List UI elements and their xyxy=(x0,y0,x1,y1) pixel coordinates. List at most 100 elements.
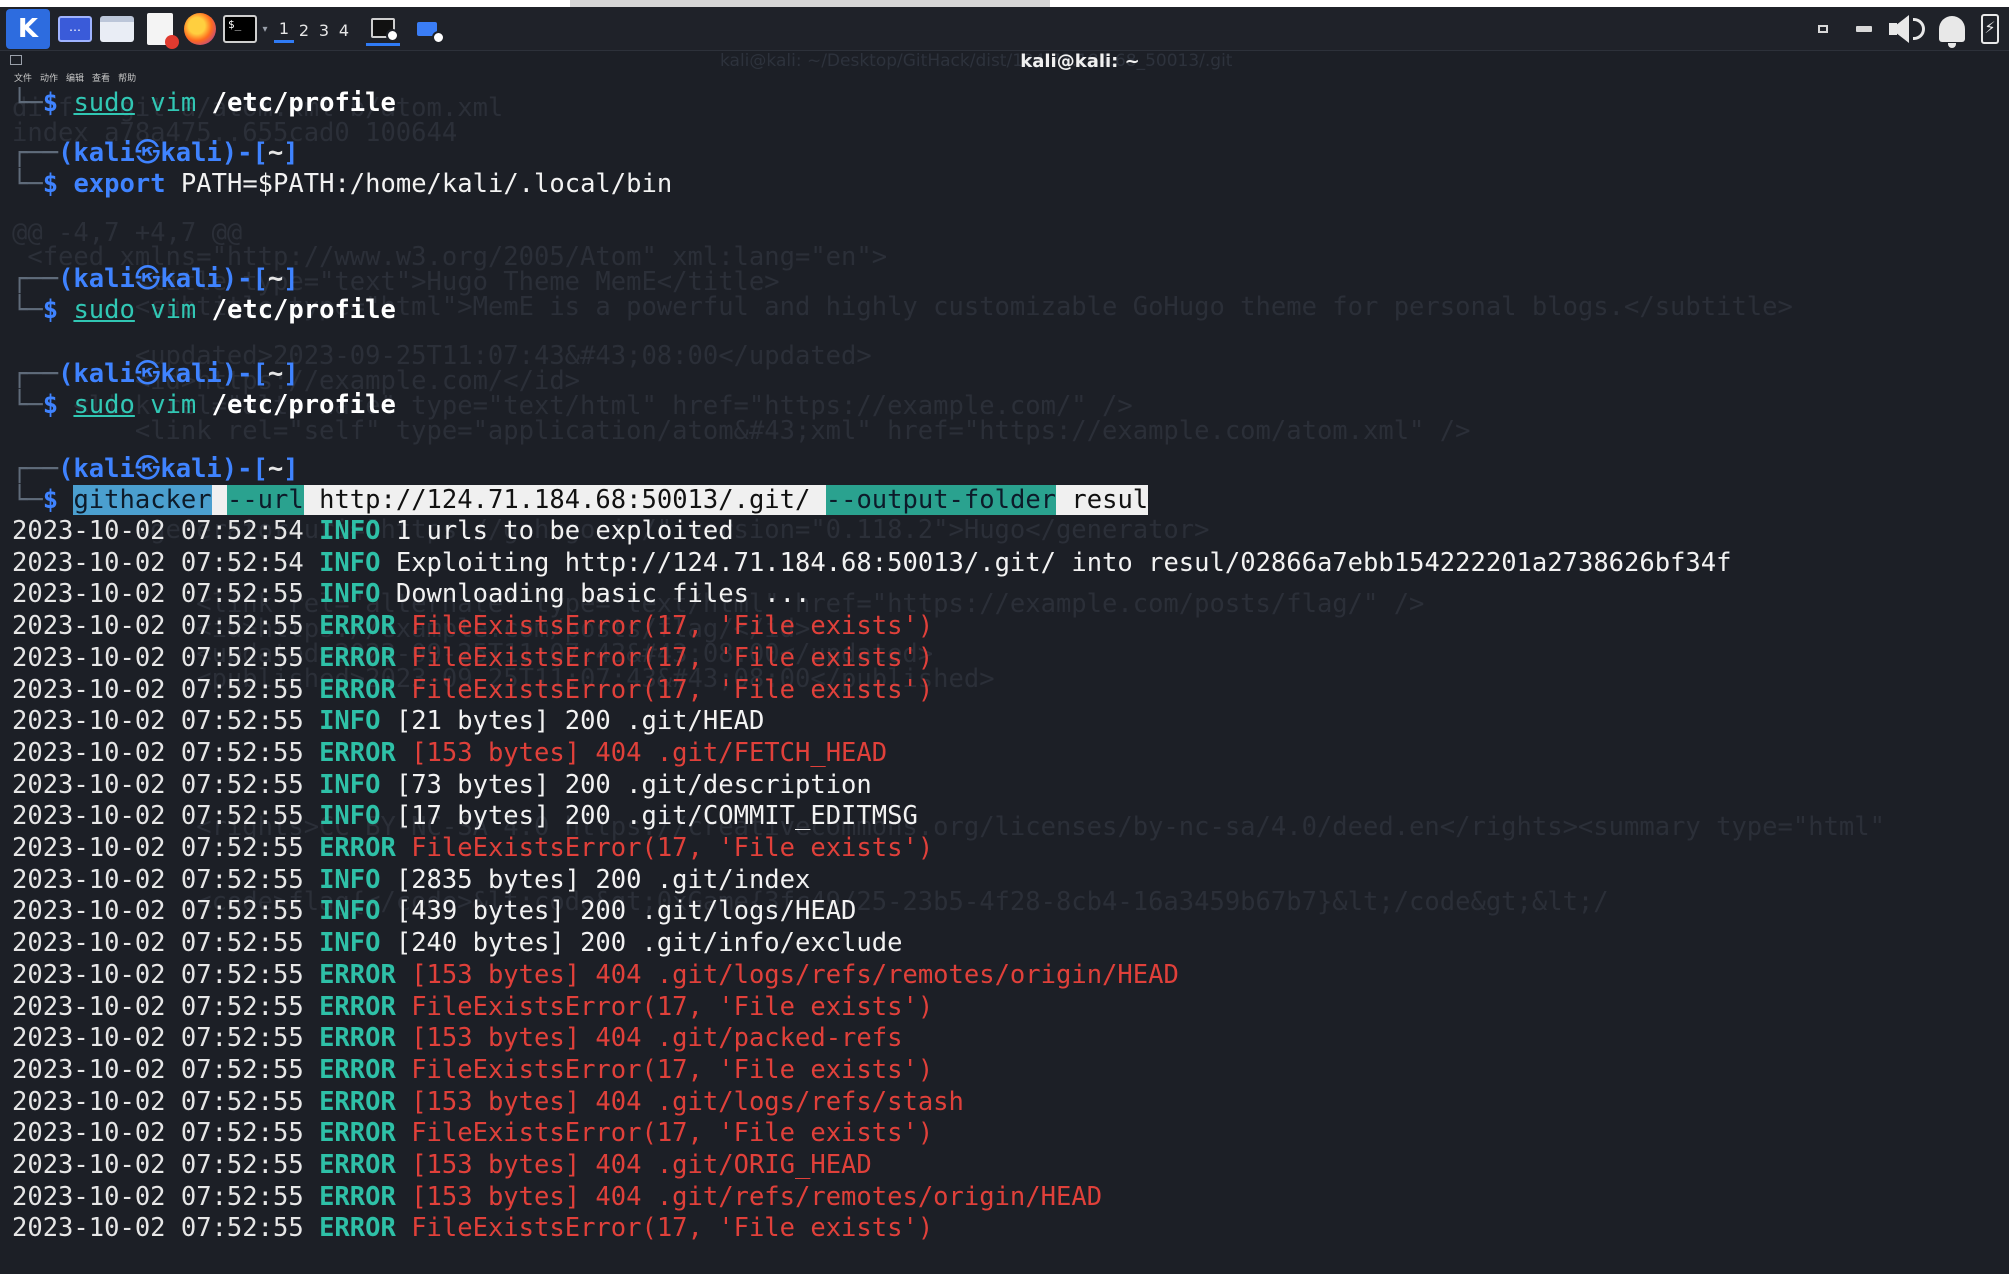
log-line: 2023-10-02 07:52:55 ERROR FileExistsErro… xyxy=(12,833,933,864)
window-title: kali@kali: ~ xyxy=(1020,51,1140,72)
log-message: [153 bytes] 404 .git/refs/remotes/origin… xyxy=(411,1181,1103,1212)
kali-menu-icon[interactable]: K xyxy=(6,9,50,49)
taskbar-window-terminal[interactable] xyxy=(366,12,400,46)
log-message: [153 bytes] 404 .git/FETCH_HEAD xyxy=(411,737,888,768)
log-timestamp: 2023-10-02 07:52:55 xyxy=(12,896,304,927)
log-level: INFO xyxy=(319,547,381,578)
terminal-output[interactable]: diff --git a/atom.xml b/atom.xml index a… xyxy=(0,87,2009,1274)
file-manager-button[interactable] xyxy=(98,12,136,46)
workspace-1[interactable]: 1 xyxy=(274,17,294,43)
log-level: ERROR xyxy=(319,1150,396,1180)
log-timestamp: 2023-10-02 07:52:54 xyxy=(12,547,304,578)
menu-actions[interactable]: 动作 xyxy=(40,71,58,87)
log-message: [153 bytes] 404 .git/logs/refs/remotes/o… xyxy=(411,959,1179,990)
text-editor-button[interactable] xyxy=(142,12,179,49)
command-line: └─$ export PATH=$PATH:/home/kali/.local/… xyxy=(12,169,673,199)
log-timestamp: 2023-10-02 07:52:55 xyxy=(12,1181,304,1212)
volume-button[interactable] xyxy=(1888,12,1928,46)
workspace-2[interactable]: 2 xyxy=(294,17,314,43)
log-message: [17 bytes] 200 .git/COMMIT_EDITMSG xyxy=(395,801,918,832)
desktop-icon: … xyxy=(58,16,92,42)
log-line: 2023-10-02 07:52:55 ERROR [153 bytes] 40… xyxy=(12,738,887,769)
log-line: 2023-10-02 07:52:55 ERROR FileExistsErro… xyxy=(12,1118,933,1149)
show-desktop-button[interactable]: … xyxy=(56,12,94,46)
menu-bar: 文件 动作 编辑 查看 帮助 xyxy=(14,71,136,87)
power-icon: ⚡ xyxy=(1981,14,1999,44)
log-line: 2023-10-02 07:52:55 ERROR [153 bytes] 40… xyxy=(12,1087,964,1118)
log-message: [153 bytes] 404 .git/ORIG_HEAD xyxy=(411,1150,872,1180)
bell-icon xyxy=(1939,16,1965,48)
log-level: ERROR xyxy=(319,1023,396,1054)
log-message: [73 bytes] 200 .git/description xyxy=(395,769,872,800)
log-line: 2023-10-02 07:52:55 INFO [240 bytes] 200… xyxy=(12,928,902,959)
log-line: 2023-10-02 07:52:55 ERROR [153 bytes] 40… xyxy=(12,1023,902,1054)
log-timestamp: 2023-10-02 07:52:55 xyxy=(12,959,304,990)
taskbar-window-other[interactable] xyxy=(410,12,445,46)
log-timestamp: 2023-10-02 07:52:54 xyxy=(12,516,304,546)
log-timestamp: 2023-10-02 07:52:55 xyxy=(12,642,304,673)
window-titlebar[interactable]: kali@kali: ~/Desktop/GitHack/dist/124.71… xyxy=(0,51,2009,73)
log-level: INFO xyxy=(319,801,381,832)
log-level: ERROR xyxy=(319,833,396,863)
log-line: 2023-10-02 07:52:55 INFO [17 bytes] 200 … xyxy=(12,801,918,832)
log-timestamp: 2023-10-02 07:52:55 xyxy=(12,1023,304,1054)
log-level: INFO xyxy=(319,706,381,737)
workspace-4[interactable]: 4 xyxy=(334,17,354,43)
prompt-line: ┌──(kali㉿kali)-[~] xyxy=(12,138,299,168)
log-level: ERROR xyxy=(319,1118,396,1149)
log-timestamp: 2023-10-02 07:52:55 xyxy=(12,769,304,800)
terminal-window-icon xyxy=(371,17,399,42)
log-timestamp: 2023-10-02 07:52:55 xyxy=(12,579,304,610)
log-line: 2023-10-02 07:52:55 INFO [73 bytes] 200 … xyxy=(12,770,872,801)
volume-waves-icon xyxy=(1913,18,1925,40)
log-message: FileExistsError(17, 'File exists') xyxy=(411,991,934,1022)
menu-file[interactable]: 文件 xyxy=(14,71,32,87)
log-timestamp: 2023-10-02 07:52:55 xyxy=(12,674,304,705)
minimize-icon xyxy=(1856,26,1872,32)
log-line: 2023-10-02 07:52:54 INFO Exploiting http… xyxy=(12,548,1732,579)
terminal-dropdown-arrow[interactable]: ▾ xyxy=(259,12,271,46)
log-line: 2023-10-02 07:52:55 INFO [2835 bytes] 20… xyxy=(12,865,810,896)
log-line: 2023-10-02 07:52:55 ERROR FileExistsErro… xyxy=(12,1213,933,1244)
log-line: 2023-10-02 07:52:55 ERROR FileExistsErro… xyxy=(12,992,933,1023)
menu-help[interactable]: 帮助 xyxy=(118,71,136,87)
log-message: [2835 bytes] 200 .git/index xyxy=(395,864,811,895)
log-timestamp: 2023-10-02 07:52:55 xyxy=(12,864,304,895)
log-timestamp: 2023-10-02 07:52:55 xyxy=(12,1150,304,1180)
log-line: 2023-10-02 07:52:55 ERROR [153 bytes] 40… xyxy=(12,1182,1102,1213)
terminal-content: └─$ sudo vim /etc/profile ┌──(kali㉿kali)… xyxy=(0,87,2009,1274)
log-level: ERROR xyxy=(319,991,396,1022)
notifications-button[interactable] xyxy=(1934,12,1970,48)
log-message: Downloading basic files ... xyxy=(395,579,811,610)
log-line: 2023-10-02 07:52:55 INFO [439 bytes] 200… xyxy=(12,896,856,927)
tray-window-button[interactable] xyxy=(1812,12,1834,46)
log-message: FileExistsError(17, 'File exists') xyxy=(411,611,934,642)
log-line: 2023-10-02 07:52:55 ERROR [153 bytes] 40… xyxy=(12,1150,872,1181)
log-timestamp: 2023-10-02 07:52:55 xyxy=(12,737,304,768)
menu-edit[interactable]: 编辑 xyxy=(66,71,84,87)
workspace-3[interactable]: 3 xyxy=(314,17,334,43)
log-message: [21 bytes] 200 .git/HEAD xyxy=(395,706,765,737)
terminal-launcher-button[interactable]: $_ xyxy=(222,12,258,46)
firefox-button[interactable] xyxy=(182,12,218,46)
terminal-icon: $_ xyxy=(223,15,257,43)
log-level: INFO xyxy=(319,579,381,610)
log-message: [240 bytes] 200 .git/info/exclude xyxy=(395,928,903,959)
window-menu-icon[interactable] xyxy=(10,55,22,65)
speaker-icon xyxy=(1889,15,1909,43)
log-level: ERROR xyxy=(319,959,396,990)
log-line: 2023-10-02 07:52:55 ERROR FileExistsErro… xyxy=(12,643,933,674)
log-line: 2023-10-02 07:52:55 INFO Downloading bas… xyxy=(12,579,810,610)
log-timestamp: 2023-10-02 07:52:55 xyxy=(12,611,304,642)
power-button[interactable]: ⚡ xyxy=(1976,12,2004,46)
log-message: [153 bytes] 404 .git/packed-refs xyxy=(411,1023,903,1054)
log-line: 2023-10-02 07:52:55 ERROR FileExistsErro… xyxy=(12,675,933,706)
log-message: [153 bytes] 404 .git/logs/refs/stash xyxy=(411,1086,964,1117)
command-line: └─$ sudo vim /etc/profile xyxy=(12,295,396,325)
tray-minimize-button[interactable] xyxy=(1852,12,1876,46)
menu-view[interactable]: 查看 xyxy=(92,71,110,87)
log-timestamp: 2023-10-02 07:52:55 xyxy=(12,1086,304,1117)
log-timestamp: 2023-10-02 07:52:55 xyxy=(12,801,304,832)
log-level: INFO xyxy=(319,516,381,546)
command-line: └─$ githacker --url http://124.71.184.68… xyxy=(12,485,1149,515)
